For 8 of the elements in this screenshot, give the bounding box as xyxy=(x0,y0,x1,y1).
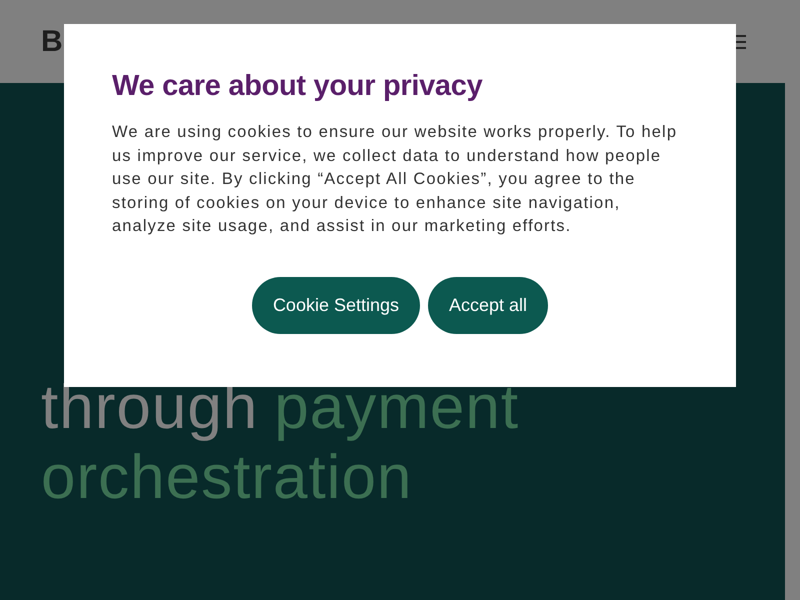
dialog-button[interactable]: Cookie Settings xyxy=(252,276,420,334)
logo[interactable]: B xyxy=(41,24,63,58)
dialog-text: We are using cookies to ensure our website works properly. To help us improve our service, we collect data to understand how people use our site. By clicking “Accept All Cookies”, you agree to the storing of cookies on your device to enhance site navigation, analyze site usage, and assist in our marketing efforts. xyxy=(112,122,678,237)
dialog-title: We care about your privacy xyxy=(112,70,484,103)
dialog-button[interactable]: Accept all xyxy=(428,276,548,334)
headline-text: through xyxy=(41,373,258,442)
headline-text: payment xyxy=(274,373,520,442)
headline-text: orchestration xyxy=(41,443,412,512)
